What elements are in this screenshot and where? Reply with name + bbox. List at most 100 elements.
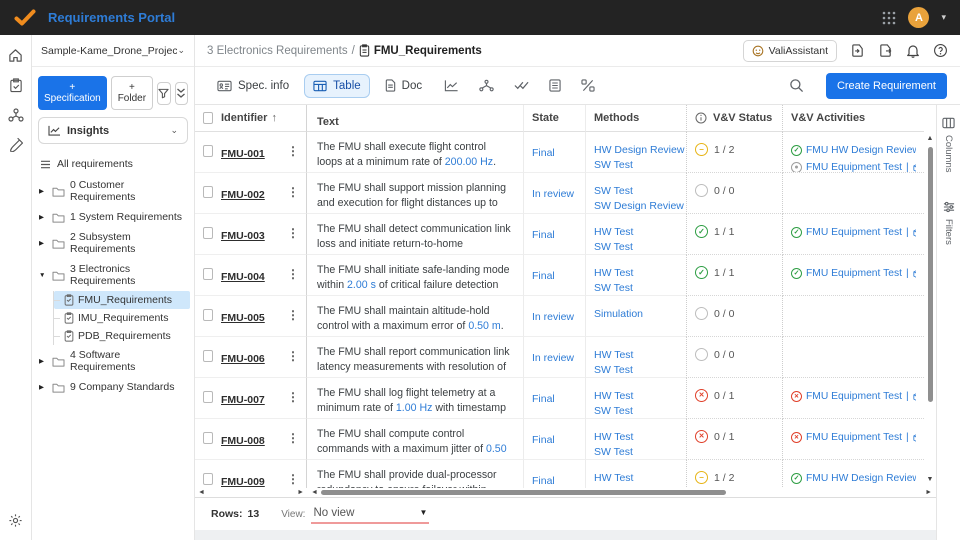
column-header-state[interactable]: State <box>524 105 586 132</box>
scroll-up-icon[interactable]: ▲ <box>927 135 934 143</box>
view-select[interactable]: No view ▼ <box>311 505 430 524</box>
row-menu-icon[interactable]: ⋮ <box>287 349 299 363</box>
requirement-id-link[interactable]: FMU-009 <box>221 476 265 488</box>
sort-asc-icon[interactable]: ↑ <box>271 112 277 124</box>
scroll-left-icon[interactable]: ◄ <box>311 489 318 497</box>
method-link[interactable]: HW Test <box>594 430 678 445</box>
select-all-checkbox[interactable] <box>203 112 213 124</box>
tree-folder-item[interactable]: ▼ 3 Electronics Requirements <box>36 259 190 291</box>
tree-collapsed-arrow-icon[interactable]: ▶ <box>39 187 47 195</box>
row-menu-icon[interactable]: ⋮ <box>287 144 299 158</box>
method-link[interactable]: HW Test <box>594 266 678 281</box>
vv-activity-link[interactable]: FMU Equipment Test <box>806 391 902 402</box>
table-row[interactable]: FMU-006 ⋮ The FMU shall report communicati… <box>195 337 936 378</box>
column-header-methods[interactable]: Methods <box>586 105 686 132</box>
tree-folder-item[interactable]: ▶ 0 Customer Requirements <box>36 175 190 207</box>
method-link[interactable]: HW Test <box>594 389 678 404</box>
method-link[interactable]: SW Test <box>594 158 678 172</box>
avatar-caret-icon[interactable]: ▾ <box>941 12 946 23</box>
vv-activity-link[interactable]: FMU Equipment Test <box>806 162 902 172</box>
row-menu-icon[interactable]: ⋮ <box>287 472 299 486</box>
row-checkbox[interactable] <box>203 186 213 198</box>
columns-panel-tab[interactable]: Columns <box>942 117 955 173</box>
tree-spec-item[interactable]: IMU_Requirements <box>54 309 190 327</box>
table-row[interactable]: FMU-002 ⋮ The FMU shall support mission pl… <box>195 173 936 214</box>
scroll-left-icon[interactable]: ◄ <box>198 489 205 497</box>
requirement-id-link[interactable]: FMU-002 <box>221 189 265 201</box>
specifications-icon[interactable] <box>9 78 23 93</box>
tree-collapsed-arrow-icon[interactable]: ▶ <box>39 357 47 365</box>
tree-collapsed-arrow-icon[interactable]: ▶ <box>39 213 47 221</box>
notifications-bell-icon[interactable] <box>906 43 920 58</box>
components-icon[interactable] <box>7 108 24 122</box>
tab-spec-info[interactable]: Spec. info <box>208 74 298 98</box>
requirement-id-link[interactable]: FMU-003 <box>221 230 265 242</box>
method-link[interactable]: SW Design Review <box>594 199 684 213</box>
method-link[interactable]: HW Test <box>594 225 678 240</box>
home-icon[interactable] <box>8 48 23 63</box>
scroll-right-icon[interactable]: ► <box>925 489 932 497</box>
vv-activity-link[interactable]: FMU HW Design Review <box>806 145 916 156</box>
row-checkbox[interactable] <box>203 145 213 157</box>
row-checkbox[interactable] <box>203 268 213 280</box>
vv-activity-link[interactable]: FMU Equipment Test <box>806 227 902 238</box>
method-link[interactable]: SW Test <box>594 240 678 254</box>
requirement-id-link[interactable]: FMU-004 <box>221 271 265 283</box>
requirement-id-link[interactable]: FMU-006 <box>221 353 265 365</box>
tree-folder-item[interactable]: ▶ 9 Company Standards <box>36 377 190 397</box>
scroll-down-icon[interactable]: ▼ <box>927 476 934 484</box>
tree-folder-item[interactable]: ▶ 4 Software Requirements <box>36 345 190 377</box>
table-row[interactable]: FMU-001 ⋮ The FMU shall execute flight con… <box>195 132 936 173</box>
table-row[interactable]: FMU-005 ⋮ The FMU shall maintain altitude-… <box>195 296 936 337</box>
collapse-all-icon[interactable] <box>174 81 188 105</box>
horizontal-scroll-thumb[interactable] <box>320 490 726 495</box>
row-menu-icon[interactable]: ⋮ <box>287 431 299 445</box>
create-requirement-button[interactable]: Create Requirement <box>825 72 947 99</box>
tab-table[interactable]: Table <box>304 73 370 98</box>
vertical-scroll-thumb[interactable] <box>927 147 933 402</box>
search-icon[interactable] <box>782 74 811 97</box>
row-checkbox[interactable] <box>203 227 213 239</box>
filter-funnel-icon[interactable] <box>157 81 171 105</box>
method-link[interactable]: HW Test <box>594 348 678 363</box>
vali-assistant-button[interactable]: ValiAssistant <box>742 39 837 62</box>
requirement-id-link[interactable]: FMU-005 <box>221 312 265 324</box>
insights-view-icon[interactable] <box>437 75 466 96</box>
apps-grid-icon[interactable] <box>882 11 896 25</box>
row-checkbox[interactable] <box>203 350 213 362</box>
tree-spec-item[interactable]: PDB_Requirements <box>54 327 190 345</box>
verification-checks-icon[interactable] <box>507 76 536 95</box>
import-icon[interactable] <box>850 43 865 58</box>
method-link[interactable]: SW Test <box>594 445 678 459</box>
settings-gear-icon[interactable] <box>8 513 23 528</box>
tab-doc[interactable]: Doc <box>376 73 431 98</box>
column-header-vv-activities[interactable]: V&V Activities <box>783 105 924 132</box>
project-selector[interactable]: Sample-Kame_Drone_Project ⌄ <box>32 35 194 67</box>
avatar[interactable]: A <box>908 7 930 28</box>
method-link[interactable]: Simulation <box>594 307 678 322</box>
table-row[interactable]: FMU-007 ⋮ The FMU shall log flight telemet… <box>195 378 936 419</box>
hierarchy-view-icon[interactable] <box>472 75 501 96</box>
vertical-scrollbar[interactable]: ▲ ▼ <box>926 135 934 484</box>
export-icon[interactable] <box>878 43 893 58</box>
method-link[interactable]: SW Test <box>594 404 678 418</box>
requirement-id-link[interactable]: FMU-007 <box>221 394 265 406</box>
method-link[interactable]: HW Design Review <box>594 143 684 158</box>
vv-activity-link[interactable]: FMU HW Design Review <box>806 473 916 484</box>
column-header-vv-status[interactable]: V&V Status <box>686 105 783 132</box>
row-menu-icon[interactable]: ⋮ <box>287 185 299 199</box>
filters-panel-tab[interactable]: Filters <box>943 201 955 244</box>
table-row[interactable]: FMU-008 ⋮ The FMU shall compute control co… <box>195 419 936 460</box>
table-row[interactable]: FMU-004 ⋮ The FMU shall initiate safe-land… <box>195 255 936 296</box>
row-menu-icon[interactable]: ⋮ <box>287 390 299 404</box>
tree-folder-item[interactable]: ▶ 2 Subsystem Requirements <box>36 227 190 259</box>
method-link[interactable]: HW Design Review <box>594 486 684 488</box>
row-checkbox[interactable] <box>203 432 213 444</box>
table-row[interactable]: FMU-009 ⋮ The FMU shall provide dual-proce… <box>195 460 936 488</box>
row-menu-icon[interactable]: ⋮ <box>287 267 299 281</box>
help-icon[interactable] <box>933 43 948 58</box>
requirement-id-link[interactable]: FMU-008 <box>221 435 265 447</box>
frozen-pane-scrollbar[interactable]: ◄ ► <box>195 489 307 497</box>
tree-collapsed-arrow-icon[interactable]: ▶ <box>39 239 47 247</box>
tree-collapsed-arrow-icon[interactable]: ▶ <box>39 383 47 391</box>
